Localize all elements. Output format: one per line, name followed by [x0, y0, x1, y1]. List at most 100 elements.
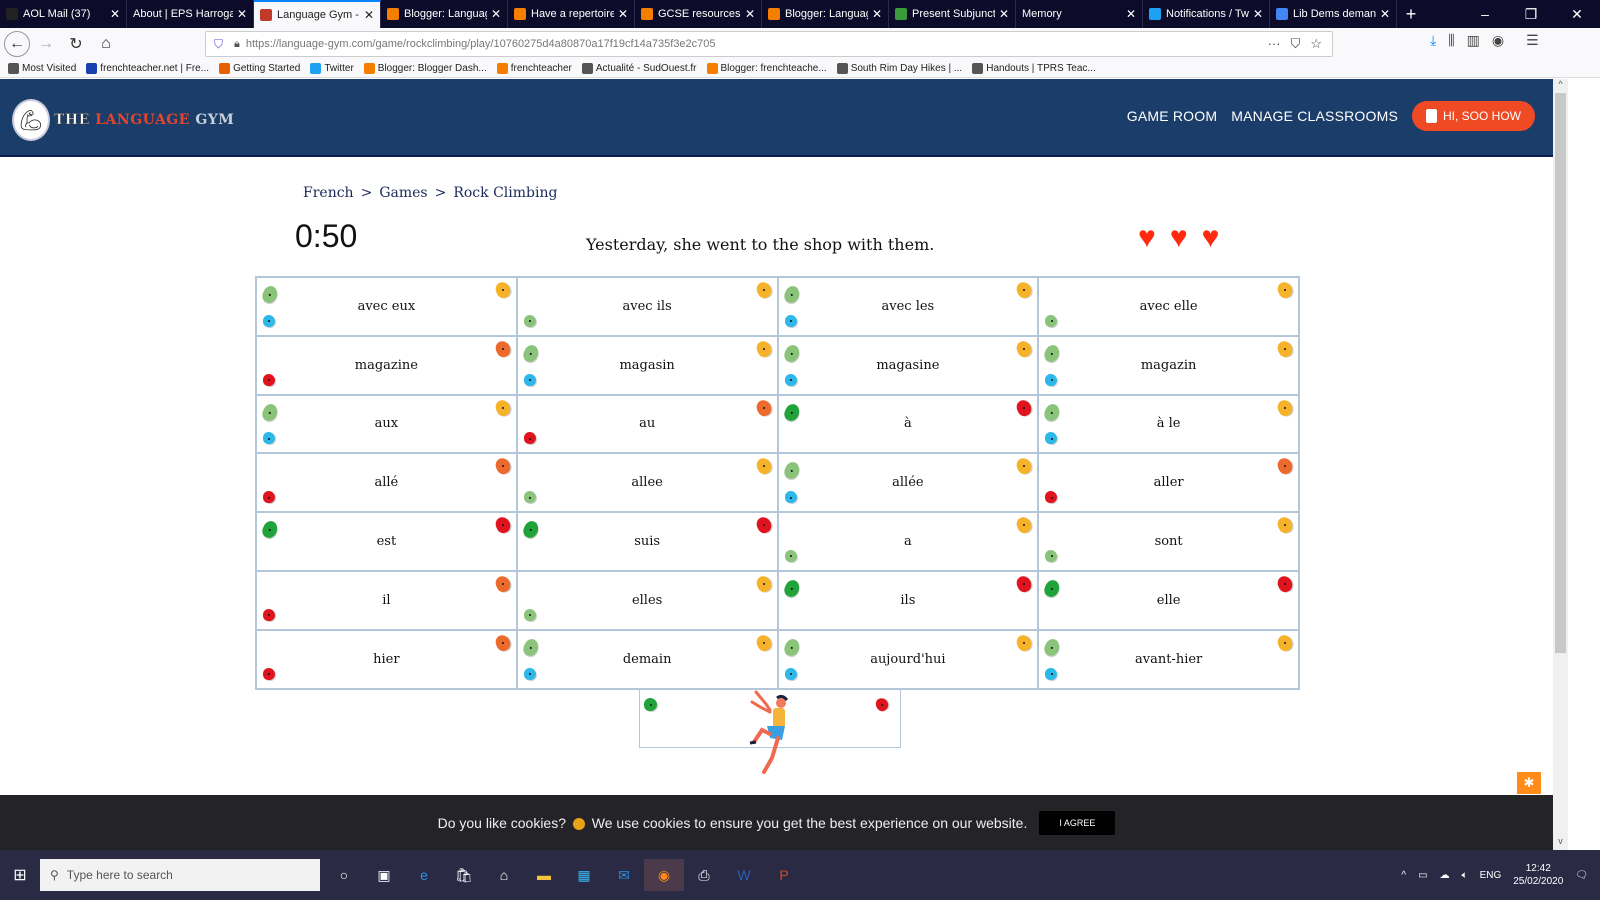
bookmark-item[interactable]: frenchteacher.net | Fre... [86, 63, 209, 74]
scroll-down-arrow-icon[interactable]: v [1553, 836, 1568, 850]
word-cell[interactable]: ils [777, 570, 1039, 630]
taskbar-search-input[interactable]: ⚲ Type here to search [40, 859, 320, 891]
home-button[interactable]: ⌂ [92, 30, 120, 58]
new-tab-button[interactable]: + [1397, 0, 1425, 28]
nav-game-room[interactable]: GAME ROOM [1127, 108, 1217, 124]
word-cell[interactable]: sont [1038, 512, 1299, 571]
file-explorer-icon[interactable]: ▬ [524, 859, 564, 891]
close-window-button[interactable]: ✕ [1554, 0, 1600, 28]
onedrive-icon[interactable]: ☁ [1440, 870, 1450, 881]
word-cell[interactable]: avec elle [1038, 277, 1299, 336]
browser-tab[interactable]: AOL Mail (37) ✕ [0, 0, 127, 28]
bookmark-item[interactable]: frenchteacher [496, 63, 572, 74]
word-cell[interactable]: magazine [256, 335, 517, 395]
word-cell[interactable]: demain [516, 629, 778, 689]
powerpoint-icon[interactable]: P [764, 859, 804, 891]
printer-icon[interactable]: ⎙ [684, 859, 724, 891]
browser-tab[interactable]: Notifications / Tw ✕ [1143, 0, 1270, 28]
close-tab-icon[interactable]: ✕ [1380, 7, 1390, 21]
reload-button[interactable]: ↻ [62, 30, 90, 58]
home-icon[interactable]: ⌂ [484, 859, 524, 891]
close-tab-icon[interactable]: ✕ [745, 7, 755, 21]
sidebar-icon[interactable]: ▥ [1467, 32, 1480, 49]
word-cell[interactable]: avec ils [516, 277, 778, 336]
word-cell[interactable]: aller [1038, 453, 1299, 513]
word-cell[interactable]: aux [256, 394, 517, 454]
bookmark-item[interactable]: Twitter [310, 63, 354, 74]
bug-report-button[interactable]: ✱ [1517, 772, 1541, 794]
word-cell[interactable]: hier [256, 629, 517, 689]
cortana-icon[interactable]: ○ [324, 859, 364, 891]
word-cell[interactable]: à [777, 394, 1039, 454]
word-cell[interactable]: elle [1038, 570, 1299, 630]
browser-tab[interactable]: Present Subjunctiv ✕ [889, 0, 1016, 28]
word-cell[interactable]: elles [516, 570, 778, 630]
word-cell[interactable]: magasin [516, 335, 778, 395]
windows-start-icon[interactable]: ⊞ [0, 859, 40, 891]
library-icon[interactable]: ⫼ [1448, 32, 1454, 49]
breadcrumb-games[interactable]: Games [379, 185, 427, 201]
browser-tab[interactable]: About | EPS Harrogate ✕ [127, 0, 254, 28]
download-icon[interactable]: ⤓ [1430, 32, 1436, 49]
edge-icon[interactable]: e [404, 859, 444, 891]
store-icon[interactable]: 🛍︎ [444, 859, 484, 891]
site-logo[interactable]: 💪︎ THE LANGUAGE GYM [12, 99, 234, 141]
word-cell[interactable]: est [256, 512, 517, 571]
bookmark-item[interactable]: Getting Started [219, 63, 300, 74]
page-scrollbar[interactable]: ^ v [1553, 79, 1568, 850]
browser-tab[interactable]: Language Gym - F ✕ [254, 0, 381, 28]
word-cell[interactable]: a [777, 512, 1039, 571]
word-cell[interactable]: à le [1038, 394, 1299, 454]
close-tab-icon[interactable]: ✕ [999, 7, 1009, 21]
scrollbar-thumb[interactable] [1555, 93, 1566, 653]
word-cell[interactable]: magasine [777, 335, 1039, 395]
pocket-icon[interactable]: ⛉ [1291, 36, 1301, 52]
browser-tab[interactable]: Blogger: Languag ✕ [762, 0, 889, 28]
word-cell[interactable]: suis [516, 512, 778, 571]
close-tab-icon[interactable]: ✕ [110, 7, 120, 21]
taskbar-clock[interactable]: 12:42 25/02/2020 [1513, 862, 1563, 888]
word-cell[interactable]: il [256, 570, 517, 630]
breadcrumb-french[interactable]: French [303, 185, 354, 201]
browser-tab[interactable]: GCSE resources an ✕ [635, 0, 762, 28]
close-tab-icon[interactable]: ✕ [491, 7, 501, 21]
nav-manage-classrooms[interactable]: MANAGE CLASSROOMS [1231, 108, 1398, 124]
bookmark-item[interactable]: Blogger: Blogger Dash... [363, 63, 487, 74]
tracking-shield-icon[interactable]: ⛉ [214, 37, 228, 52]
word-cell[interactable]: allée [777, 453, 1039, 513]
task-view-icon[interactable]: ▣ [364, 859, 404, 891]
calculator-icon[interactable]: ▦ [564, 859, 604, 891]
close-tab-icon[interactable]: ✕ [618, 7, 628, 21]
word-cell[interactable]: au [516, 394, 778, 454]
notifications-icon[interactable]: 🗨︎ [1575, 870, 1588, 881]
bookmark-item[interactable]: Handouts | TPRS Teac... [972, 63, 1096, 74]
volume-icon[interactable]: 🔈︎ [1462, 870, 1468, 881]
close-tab-icon[interactable]: ✕ [1253, 7, 1263, 21]
word-icon[interactable]: W [724, 859, 764, 891]
word-cell[interactable]: avec les [777, 277, 1039, 336]
network-icon[interactable]: ▭ [1418, 870, 1427, 881]
close-tab-icon[interactable]: ✕ [1126, 7, 1136, 21]
bookmark-item[interactable]: South Rim Day Hikes | ... [836, 63, 962, 74]
language-indicator[interactable]: ENG [1480, 870, 1502, 881]
bookmark-item[interactable]: Blogger: frenchteache... [706, 63, 827, 74]
word-cell[interactable]: allé [256, 453, 517, 513]
bookmark-item[interactable]: Most Visited [8, 63, 76, 74]
close-tab-icon[interactable]: ✕ [872, 7, 882, 21]
word-cell[interactable]: avec eux [256, 277, 517, 336]
word-cell[interactable]: allee [516, 453, 778, 513]
cookie-agree-button[interactable]: I AGREE [1039, 810, 1116, 835]
browser-tab[interactable]: Blogger: Languag ✕ [381, 0, 508, 28]
forward-button[interactable]: → [32, 30, 60, 58]
browser-tab[interactable]: Memory ✕ [1016, 0, 1143, 28]
word-cell[interactable]: avant-hier [1038, 629, 1299, 689]
close-tab-icon[interactable]: ✕ [364, 8, 374, 22]
close-tab-icon[interactable]: ✕ [237, 7, 247, 21]
bookmark-star-icon[interactable]: ☆ [1310, 36, 1322, 52]
url-text[interactable]: https://language-gym.com/game/rockclimbi… [246, 38, 716, 50]
breadcrumb-rock-climbing[interactable]: Rock Climbing [453, 185, 557, 201]
back-button[interactable]: ← [4, 31, 30, 57]
word-cell[interactable]: magazin [1038, 335, 1299, 395]
lock-icon[interactable]: 🔒︎ [234, 38, 240, 51]
word-cell[interactable]: aujourd'hui [777, 629, 1039, 689]
